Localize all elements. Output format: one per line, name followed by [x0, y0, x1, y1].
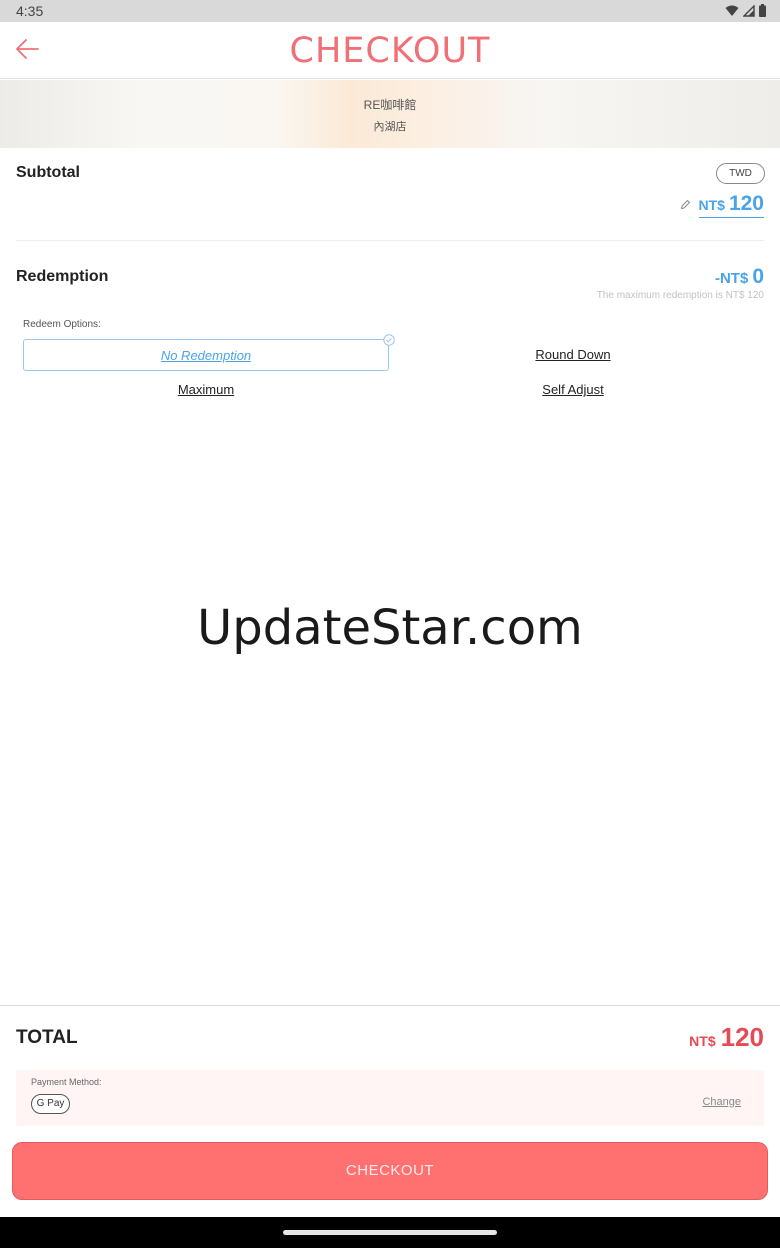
store-banner: RE咖啡館 內湖店 [0, 80, 780, 148]
divider [0, 1005, 780, 1006]
payment-method-card: Payment Method: G Pay Change [16, 1070, 764, 1126]
redemption-currency: -NT$ [714, 270, 749, 287]
option-maximum[interactable]: Maximum [23, 374, 389, 406]
option-round-down[interactable]: Round Down [390, 339, 756, 371]
status-time: 4:35 [16, 3, 44, 19]
store-name: RE咖啡館 [363, 98, 417, 112]
google-pay-badge: G Pay [31, 1094, 70, 1114]
navigation-bar [0, 1217, 780, 1248]
redemption-number: 0 [752, 265, 764, 288]
home-gesture-handle[interactable] [283, 1230, 497, 1235]
page-title: CHECKOUT [289, 31, 491, 71]
max-redemption-note: The maximum redemption is NT$ 120 [596, 290, 764, 301]
change-payment-link[interactable]: Change [702, 1096, 741, 1108]
subtotal-amount[interactable]: NT$ 120 [680, 192, 764, 218]
total-amount: NT$ 120 [689, 1022, 764, 1053]
subtotal-number: 120 [728, 192, 764, 215]
checkout-button[interactable]: CHECKOUT [12, 1142, 768, 1200]
payment-method-label: Payment Method: [31, 1077, 102, 1087]
option-self-adjust[interactable]: Self Adjust [390, 374, 756, 406]
status-icons [725, 4, 766, 17]
total-number: 120 [720, 1022, 764, 1052]
store-branch: 內湖店 [373, 121, 407, 133]
redemption-label: Redemption [16, 268, 109, 285]
app-bar: CHECKOUT [0, 22, 780, 79]
status-bar: 4:35 [0, 0, 780, 22]
subtotal-value[interactable]: NT$ 120 [698, 192, 764, 218]
edit-icon[interactable] [680, 199, 691, 210]
subtotal-label: Subtotal [16, 164, 80, 181]
divider [16, 240, 764, 241]
redemption-amount: -NT$ 0 [715, 265, 764, 289]
battery-icon [759, 4, 766, 17]
signal-icon [743, 4, 755, 17]
watermark-text: UpdateStar.com [197, 600, 583, 656]
currency-badge[interactable]: TWD [716, 163, 765, 184]
wifi-icon [725, 5, 739, 16]
subtotal-currency: NT$ [698, 197, 725, 213]
total-label: TOTAL [16, 1027, 78, 1048]
redeem-options-label: Redeem Options: [23, 319, 101, 330]
total-currency: NT$ [689, 1033, 716, 1049]
option-no-redemption[interactable]: No Redemption [23, 339, 389, 371]
